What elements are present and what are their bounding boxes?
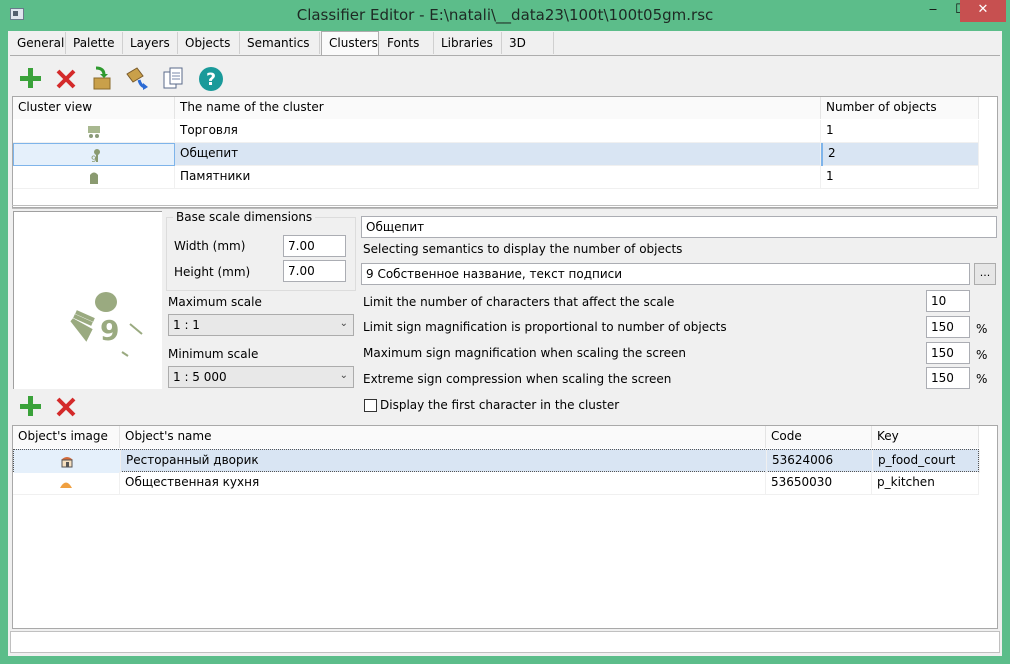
tab-libraries[interactable]: Libraries [434, 32, 502, 54]
max-scale-select[interactable]: 1 : 1 ⌄ [168, 314, 354, 336]
minimize-button[interactable]: ‒ [918, 0, 948, 22]
column-header-cluster-name[interactable]: The name of the cluster [175, 97, 821, 119]
close-button[interactable]: ✕ [960, 0, 1006, 22]
base-scale-title: Base scale dimensions [173, 210, 316, 224]
cluster-count: 1 [821, 120, 979, 143]
height-input[interactable]: 7.00 [283, 260, 346, 282]
object-key: p_food_court [873, 450, 980, 473]
height-label: Height (mm) [174, 265, 251, 279]
window-title: Classifier Editor - E:\natali\__data23\1… [296, 6, 714, 24]
semantics-label: Selecting semantics to display the numbe… [363, 242, 683, 256]
width-input[interactable]: 7.00 [283, 235, 346, 257]
add-object-icon[interactable] [18, 394, 42, 418]
table-row[interactable]: Торговля 1 [13, 120, 979, 143]
column-header-key[interactable]: Key [872, 426, 979, 448]
object-code: 53650030 [766, 472, 872, 495]
min-scale-select[interactable]: 1 : 5 000 ⌄ [168, 366, 354, 388]
object-name: Общественная кухня [120, 472, 766, 495]
max-scale-label: Maximum scale [168, 295, 262, 309]
column-header-code[interactable]: Code [766, 426, 872, 448]
column-header-number-of-objects[interactable]: Number of objects [821, 97, 979, 119]
min-scale-value: 1 : 5 000 [173, 370, 227, 384]
tab-divider [10, 55, 1000, 56]
shop-cluster-icon [13, 120, 175, 143]
percent-unit: % [976, 372, 988, 386]
monument-cluster-icon [13, 166, 175, 189]
cluster-name: Памятники [175, 166, 821, 189]
tab-fonts[interactable]: Fonts [380, 32, 434, 54]
clusters-table: Cluster view The name of the cluster Num… [12, 96, 998, 208]
delete-icon[interactable] [54, 66, 78, 90]
cluster-count: 2 [821, 143, 979, 166]
object-key: p_kitchen [872, 472, 979, 495]
kitchen-icon [13, 472, 120, 495]
extreme-comp-input[interactable]: 150 [926, 367, 970, 389]
chevron-down-icon: ⌄ [339, 318, 348, 329]
add-icon[interactable] [18, 66, 42, 90]
food-cluster-icon: 9 [13, 143, 175, 166]
classifier-editor-client: General Palette Layers Objects Semantics… [8, 31, 1002, 656]
splitter[interactable] [12, 205, 998, 209]
tab-palette[interactable]: Palette [66, 32, 123, 54]
svg-text:9: 9 [100, 314, 119, 347]
copy-icon[interactable] [161, 66, 185, 90]
tab-clusters[interactable]: Clusters [321, 31, 379, 56]
tab-objects[interactable]: Objects [178, 32, 240, 54]
max-scale-value: 1 : 1 [173, 318, 200, 332]
objects-table: Object's image Object's name Code Key Ре… [12, 425, 998, 629]
title-bar: Classifier Editor - E:\natali\__data23\1… [0, 0, 1010, 31]
max-mag-input[interactable]: 150 [926, 342, 970, 364]
first-char-label: Display the first character in the clust… [380, 398, 620, 412]
svg-text:9: 9 [91, 155, 97, 163]
extreme-comp-label: Extreme sign compression when scaling th… [363, 372, 672, 386]
cluster-name: Общепит [175, 143, 821, 166]
first-char-checkbox[interactable] [364, 399, 377, 412]
width-label: Width (mm) [174, 239, 246, 253]
cluster-preview: 9 [13, 211, 162, 389]
column-header-object-name[interactable]: Object's name [120, 426, 766, 448]
cluster-name: Торговля [175, 120, 821, 143]
delete-object-icon[interactable] [54, 394, 78, 418]
limit-mag-label: Limit sign magnification is proportional… [363, 320, 727, 334]
tab-3d[interactable]: 3D [502, 32, 554, 54]
limit-mag-input[interactable]: 150 [926, 316, 970, 338]
chevron-down-icon: ⌄ [339, 370, 348, 381]
percent-unit: % [976, 322, 988, 336]
help-icon[interactable]: ? [198, 66, 223, 91]
semantics-input[interactable]: 9 Собственное название, текст подписи [361, 263, 970, 285]
tab-semantics[interactable]: Semantics [240, 32, 320, 54]
status-bar [10, 631, 1000, 653]
cluster-preview-icon: 9 [70, 292, 143, 357]
min-scale-label: Minimum scale [168, 347, 259, 361]
percent-unit: % [976, 348, 988, 362]
tab-general[interactable]: General [10, 32, 66, 54]
limit-chars-label: Limit the number of characters that affe… [363, 295, 675, 309]
restaurant-court-icon [14, 450, 121, 473]
svg-text:?: ? [206, 70, 216, 90]
column-header-cluster-view[interactable]: Cluster view [13, 97, 175, 119]
table-row[interactable]: Памятники 1 [13, 166, 979, 189]
table-row-selected[interactable]: Ресторанный дворик 53624006 p_food_court [13, 449, 980, 473]
column-header-object-image[interactable]: Object's image [13, 426, 120, 448]
export-icon[interactable] [125, 66, 149, 90]
table-row-selected[interactable]: 9 Общепит 2 [13, 143, 979, 166]
limit-chars-input[interactable]: 10 [926, 290, 970, 312]
cluster-count: 1 [821, 166, 979, 189]
max-mag-label: Maximum sign magnification when scaling … [363, 346, 687, 360]
table-row[interactable]: Общественная кухня 53650030 p_kitchen [13, 472, 979, 495]
object-code: 53624006 [767, 450, 873, 473]
tab-layers[interactable]: Layers [123, 32, 178, 54]
cluster-name-input[interactable]: Общепит [361, 216, 997, 238]
import-icon[interactable] [90, 66, 114, 90]
object-name: Ресторанный дворик [121, 450, 767, 473]
browse-semantics-button[interactable]: ... [974, 263, 996, 285]
